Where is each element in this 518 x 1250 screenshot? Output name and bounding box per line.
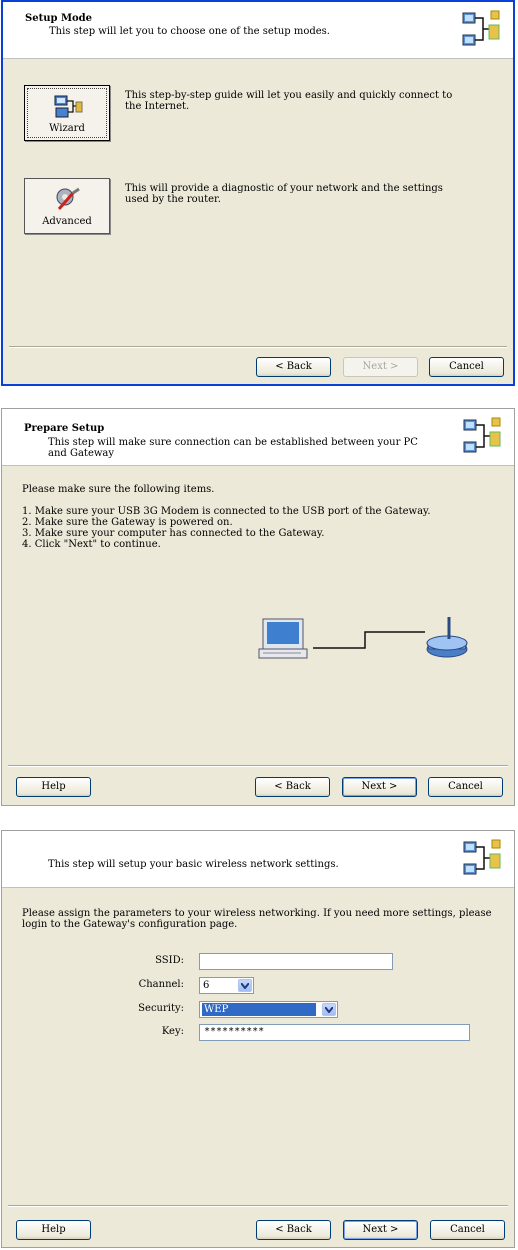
prepare-setup-dialog: Prepare Setup This step will make sure c… bbox=[1, 408, 515, 806]
chevron-down-icon[interactable] bbox=[322, 1003, 336, 1016]
key-input[interactable]: ********** bbox=[199, 1024, 470, 1041]
key-label: Key: bbox=[161, 1026, 184, 1037]
advanced-button[interactable]: Advanced bbox=[24, 178, 110, 234]
wizard-button[interactable]: Wizard bbox=[24, 85, 110, 141]
cancel-button[interactable]: Cancel bbox=[428, 777, 503, 797]
chevron-down-icon[interactable] bbox=[238, 979, 252, 992]
dialog-title: Setup Mode bbox=[25, 13, 93, 24]
tools-icon bbox=[53, 185, 83, 213]
help-button[interactable]: Help bbox=[16, 777, 91, 797]
security-select[interactable]: WEP bbox=[199, 1001, 338, 1018]
dialog-subtitle: This step will let you to choose one of … bbox=[49, 26, 330, 37]
ssid-label: SSID: bbox=[155, 955, 184, 966]
router-icon bbox=[426, 617, 468, 658]
next-button[interactable]: Next > bbox=[343, 357, 418, 377]
network-icon bbox=[456, 834, 506, 880]
advanced-description: This will provide a diagnostic of your n… bbox=[125, 183, 443, 205]
channel-label: Channel: bbox=[138, 979, 184, 990]
next-button[interactable]: Next > bbox=[343, 1220, 418, 1240]
dialog-header: Prepare Setup This step will make sure c… bbox=[2, 409, 514, 466]
network-icon bbox=[456, 412, 506, 458]
connection-diagram bbox=[258, 617, 468, 659]
instruction-item-2: 2. Make sure the Gateway is powered on. bbox=[22, 517, 233, 528]
network-icon bbox=[455, 5, 505, 51]
footer-separator bbox=[9, 346, 507, 348]
back-button[interactable]: < Back bbox=[256, 1220, 331, 1240]
computer-icon bbox=[258, 618, 308, 659]
wizard-label: Wizard bbox=[49, 123, 85, 134]
instruction-item-3: 3. Make sure your computer has connected… bbox=[22, 528, 325, 539]
wireless-setup-dialog: This step will setup your basic wireless… bbox=[1, 830, 515, 1248]
back-button[interactable]: < Back bbox=[255, 777, 330, 797]
help-button[interactable]: Help bbox=[16, 1220, 91, 1240]
dialog-header: This step will setup your basic wireless… bbox=[2, 831, 514, 888]
instruction-item-4: 4. Click "Next" to continue. bbox=[22, 539, 161, 550]
channel-value: 6 bbox=[203, 980, 210, 991]
wizard-description: This step-by-step guide will let you eas… bbox=[125, 90, 453, 112]
dialog-title: Prepare Setup bbox=[24, 423, 105, 434]
footer-separator bbox=[8, 765, 508, 767]
footer-separator bbox=[8, 1205, 508, 1207]
instruction-item-1: 1. Make sure your USB 3G Modem is connec… bbox=[22, 506, 431, 517]
dialog-header: Setup Mode This step will let you to cho… bbox=[3, 2, 513, 59]
advanced-label: Advanced bbox=[42, 216, 92, 227]
wizard-icon bbox=[53, 92, 83, 120]
cancel-button[interactable]: Cancel bbox=[429, 357, 504, 377]
back-button[interactable]: < Back bbox=[256, 357, 331, 377]
next-button[interactable]: Next > bbox=[342, 777, 417, 797]
ssid-input[interactable] bbox=[199, 953, 393, 970]
security-value: WEP bbox=[202, 1003, 316, 1016]
cancel-button[interactable]: Cancel bbox=[430, 1220, 505, 1240]
dialog-subtitle: This step will make sure connection can … bbox=[48, 437, 418, 459]
intro-text: Please assign the parameters to your wir… bbox=[22, 908, 492, 930]
channel-select[interactable]: 6 bbox=[199, 977, 254, 994]
setup-mode-dialog: Setup Mode This step will let you to cho… bbox=[1, 0, 515, 386]
dialog-subtitle: This step will setup your basic wireless… bbox=[48, 859, 339, 870]
security-label: Security: bbox=[138, 1003, 184, 1014]
intro-text: Please make sure the following items. bbox=[22, 484, 215, 495]
